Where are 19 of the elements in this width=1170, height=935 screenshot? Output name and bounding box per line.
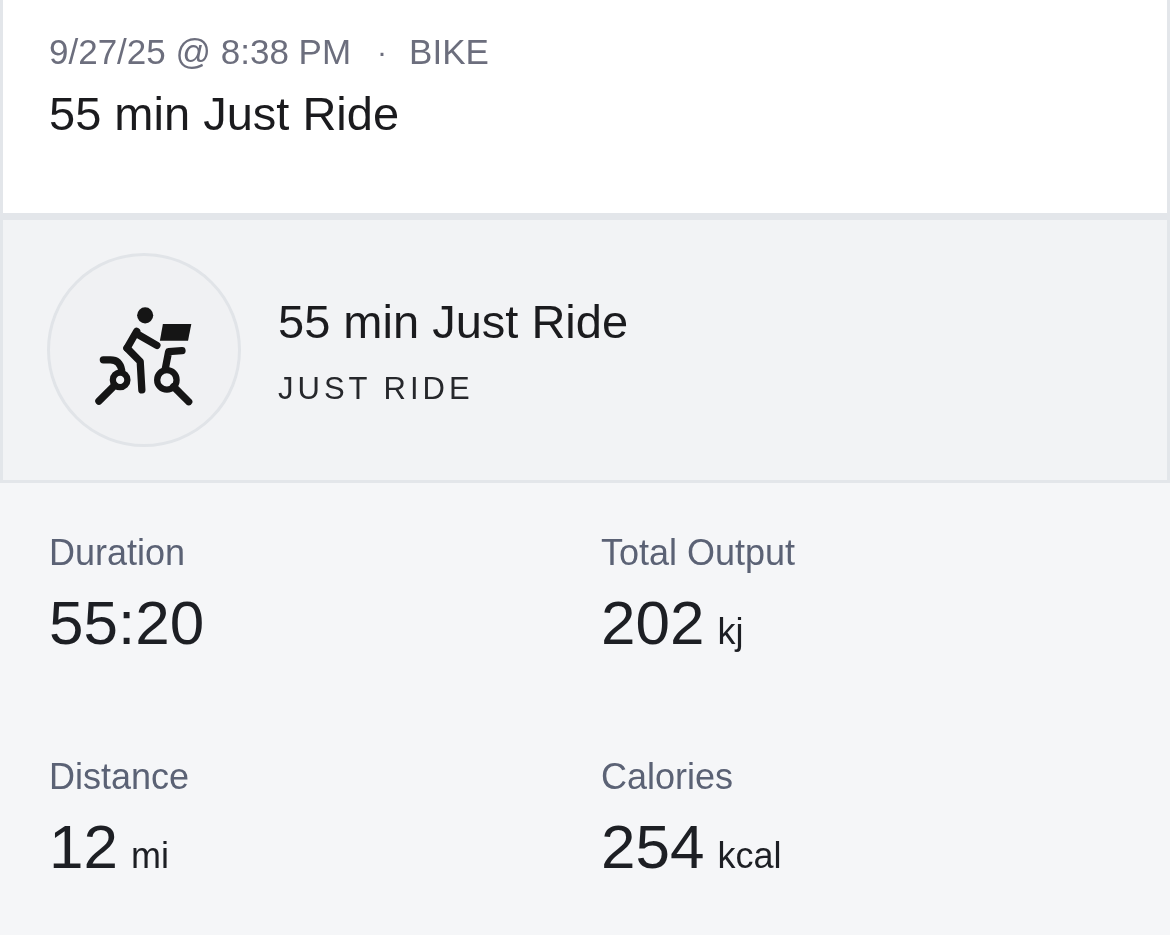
stat-label: Distance — [49, 755, 190, 798]
stat-unit: kcal — [717, 834, 782, 877]
separator-dot: · — [377, 34, 388, 70]
class-type: JUST RIDE — [278, 369, 475, 407]
stat-unit: mi — [130, 834, 169, 877]
workout-date: 9/27/25 @ 8:38 PM — [49, 31, 352, 73]
stat-value: 55:20 — [49, 587, 205, 659]
stat-unit: kj — [717, 610, 744, 653]
stat-value: 202 — [601, 587, 705, 659]
stat-label: Duration — [49, 531, 186, 574]
class-title: 55 min Just Ride — [278, 293, 629, 350]
discipline-label: BIKE — [409, 31, 489, 73]
stat-label: Total Output — [601, 531, 796, 574]
stat-label: Calories — [601, 755, 734, 798]
cyclist-icon — [47, 253, 241, 447]
workout-title: 55 min Just Ride — [49, 86, 401, 142]
class-card[interactable]: 55 min Just Ride JUST RIDE — [0, 220, 1170, 483]
stat-value: 254 — [601, 811, 705, 883]
stat-value: 12 — [49, 811, 118, 883]
